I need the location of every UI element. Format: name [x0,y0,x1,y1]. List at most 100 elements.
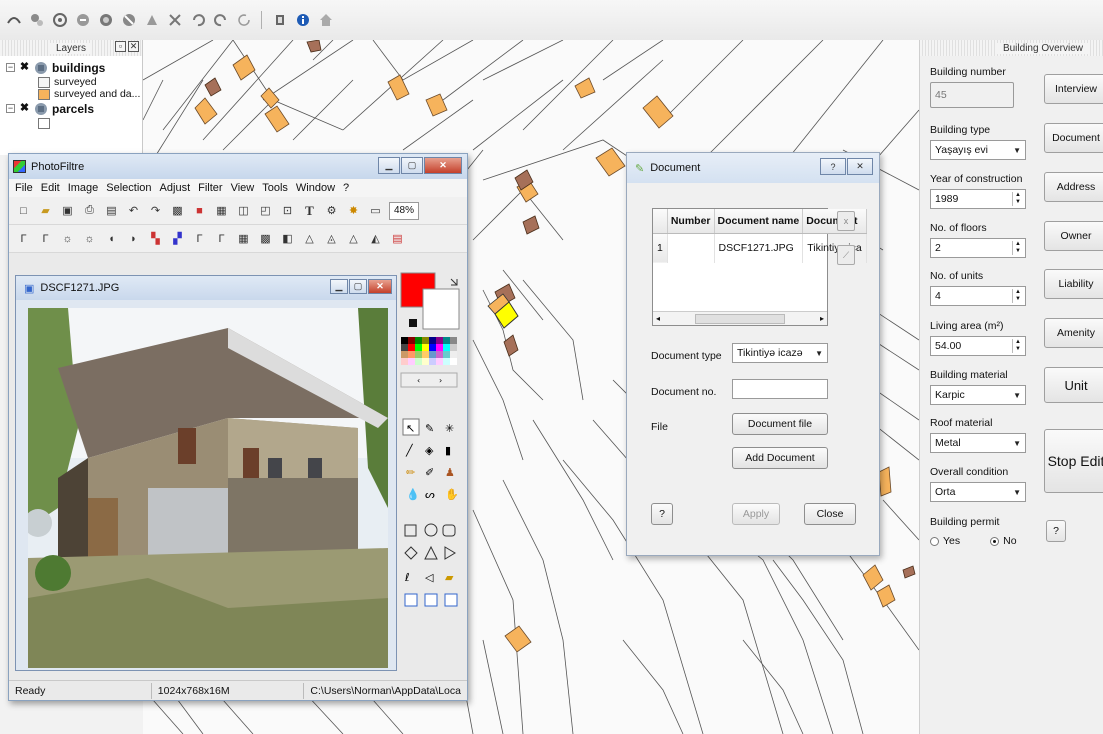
menu-window[interactable]: Window [296,182,335,194]
tool-icon[interactable] [142,11,161,30]
undo-icon[interactable]: ↶ [125,202,142,219]
close-button[interactable]: Close [804,503,856,525]
horizontal-scrollbar[interactable]: ◂ ▸ [653,311,827,325]
curve-icon[interactable] [4,11,23,30]
auto-levels-icon[interactable]: Γ [15,230,32,247]
image-titlebar[interactable]: ▣ DSCF1271.JPG ▁ ▢ ✕ [16,276,396,300]
menu-file[interactable]: File [15,182,33,194]
info-icon[interactable] [293,11,312,30]
close-icon[interactable]: ✕ [424,157,462,174]
menu-view[interactable]: View [231,182,255,194]
canvas-size-icon[interactable]: ◰ [257,202,274,219]
scale-icon[interactable] [270,11,289,30]
brightness-plus-icon[interactable]: ☼ [81,230,98,247]
document-no-input[interactable] [732,379,828,399]
gradient-icon[interactable]: ▤ [389,230,406,247]
home-icon[interactable] [316,11,335,30]
menu-image[interactable]: Image [68,182,99,194]
edit-document-icon[interactable]: ⟋ [837,245,855,265]
column-header-number[interactable]: Number [667,209,715,234]
scanner-icon[interactable]: ▤ [103,202,120,219]
filter-icon[interactable]: ▦ [235,230,252,247]
column-header-document-name[interactable]: Document name [714,209,804,234]
menu-selection[interactable]: Selection [106,182,151,194]
column-header-document[interactable]: Document [802,209,867,234]
spin-arrows-icon[interactable]: ▲ ▼ [1012,339,1021,353]
effect-icon[interactable]: ◭ [367,230,384,247]
gamma-plus-icon[interactable]: Γ [213,230,230,247]
saturation-minus-icon[interactable]: ▚ [147,230,164,247]
saturation-plus-icon[interactable]: ▞ [169,230,186,247]
redo-icon[interactable] [211,11,230,30]
layer-parcels[interactable]: − ✖ parcels [6,100,142,117]
menu-help[interactable]: ? [343,182,349,194]
visibility-checkbox[interactable]: ✖ [19,62,30,73]
document-file-button[interactable]: Document file [732,413,828,435]
roof-material-select[interactable]: Metal ▼ [930,433,1026,453]
stop-edit-button[interactable]: Stop Edit [1044,429,1103,493]
cell-document[interactable]: Tikintiyə ica [802,233,867,263]
automate-icon[interactable]: ⚙ [323,202,340,219]
menu-edit[interactable]: Edit [41,182,60,194]
new-file-icon[interactable]: □ [15,202,32,219]
float-panel-icon[interactable]: ▫ [115,41,126,52]
redo-icon[interactable]: ↷ [147,202,164,219]
document-button[interactable]: Document [1044,123,1103,153]
split-icon[interactable] [119,11,138,30]
layer-buildings[interactable]: − ✖ buildings [6,59,142,76]
permit-yes-radio[interactable] [930,536,939,546]
close-panel-icon[interactable]: ✕ [128,41,139,52]
year-spinbox[interactable]: 1989 ▲ ▼ [930,189,1026,209]
floors-spinbox[interactable]: 2 ▲ ▼ [930,238,1026,258]
brightness-minus-icon[interactable]: ☼ [59,230,76,247]
sharpen-icon[interactable]: ◬ [323,230,340,247]
merge-icon[interactable] [96,11,115,30]
minimize-icon[interactable]: ▁ [378,157,400,174]
remove-document-button[interactable]: x [837,211,855,231]
plugin-icon[interactable]: ✸ [345,202,362,219]
gamma-minus-icon[interactable]: Γ [191,230,208,247]
help-button[interactable]: ? [1046,520,1066,542]
zoom-field[interactable]: 48% [389,201,419,220]
help-button[interactable]: ? [651,503,673,525]
polygon-icon[interactable] [73,11,92,30]
menu-filter[interactable]: Filter [198,182,222,194]
interview-button[interactable]: Interview [1044,74,1103,104]
effect-icon[interactable]: △ [345,230,362,247]
document-type-select[interactable]: Tikintiyə icazə ▼ [732,343,828,363]
node-tool-icon[interactable] [27,11,46,30]
menu-tools[interactable]: Tools [262,182,288,194]
owner-button[interactable]: Owner [1044,221,1103,251]
grid-icon[interactable]: ▦ [213,202,230,219]
spin-arrows-icon[interactable]: ▲ ▼ [1012,289,1021,303]
open-folder-icon[interactable]: ▰ [37,202,54,219]
units-spinbox[interactable]: 4 ▲ ▼ [930,286,1026,306]
add-document-button[interactable]: Add Document [732,447,828,469]
close-icon[interactable]: ✕ [368,279,392,294]
address-button[interactable]: Address [1044,172,1103,202]
cell-document-name[interactable]: DSCF1271.JPG [714,233,804,263]
scroll-left-icon[interactable]: ◂ [653,314,663,323]
print-icon[interactable]: ⎙ [81,202,98,219]
filter-icon[interactable]: ▩ [257,230,274,247]
undo-icon[interactable] [188,11,207,30]
context-help-button[interactable]: ? [820,158,846,175]
table-row[interactable]: 1 DSCF1271.JPG Tikintiyə ica [653,233,867,263]
contrast-minus-icon[interactable]: ◖ [103,230,120,247]
sharpen-icon[interactable]: △ [301,230,318,247]
tool-icon[interactable] [165,11,184,30]
refresh-icon[interactable] [234,11,253,30]
maximize-icon[interactable]: ▢ [401,157,423,174]
menu-adjust[interactable]: Adjust [160,182,191,194]
scroll-right-icon[interactable]: ▸ [817,314,827,323]
rotate-icon[interactable] [50,11,69,30]
auto-contrast-icon[interactable]: Γ [37,230,54,247]
fullscreen-icon[interactable]: ▭ [367,202,384,219]
grayscale-icon[interactable]: ▩ [169,202,186,219]
text-tool-icon[interactable]: T [301,202,318,219]
row-header[interactable]: 1 [653,233,668,263]
close-icon[interactable]: ✕ [847,158,873,175]
amenity-button[interactable]: Amenity [1044,318,1103,348]
resize-image-icon[interactable]: ◫ [235,202,252,219]
apply-button[interactable]: Apply [732,503,780,525]
